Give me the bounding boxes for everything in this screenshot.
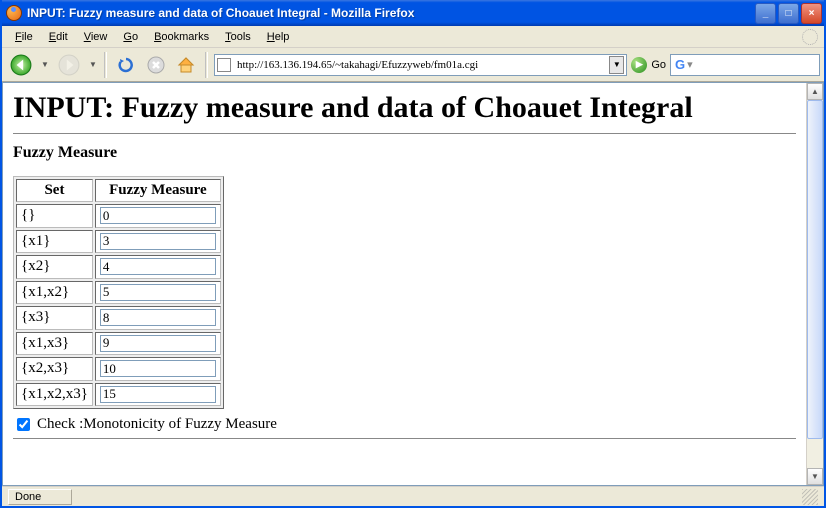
- fm-input[interactable]: [100, 258, 216, 275]
- fm-input[interactable]: [100, 207, 216, 224]
- scroll-up-button[interactable]: ▲: [807, 83, 823, 100]
- fm-input[interactable]: [100, 309, 216, 326]
- table-row: {x2}: [16, 255, 221, 279]
- fm-input[interactable]: [100, 360, 216, 377]
- back-button[interactable]: [6, 52, 36, 78]
- toolbar: ▼ ▼ ▼ ▶ Go G▾: [2, 48, 824, 82]
- menubar: File Edit View Go Bookmarks Tools Help: [2, 26, 824, 48]
- divider: [13, 133, 796, 134]
- back-dropdown[interactable]: ▼: [40, 60, 50, 69]
- menu-tools[interactable]: Tools: [218, 29, 258, 45]
- scroll-down-button[interactable]: ▼: [807, 468, 823, 485]
- menu-file[interactable]: File: [8, 29, 40, 45]
- menu-go[interactable]: Go: [116, 29, 145, 45]
- th-fm: Fuzzy Measure: [95, 179, 221, 202]
- section-heading: Fuzzy Measure: [13, 144, 796, 162]
- table-row: {}: [16, 204, 221, 228]
- fm-input[interactable]: [100, 335, 216, 352]
- table-row: {x1}: [16, 230, 221, 254]
- firefox-icon: [6, 5, 22, 21]
- throbber-icon: [802, 29, 818, 45]
- google-icon: G: [675, 57, 685, 72]
- table-row: {x1,x3}: [16, 332, 221, 356]
- menu-help[interactable]: Help: [260, 29, 297, 45]
- table-row: {x2,x3}: [16, 357, 221, 381]
- search-box[interactable]: G▾: [670, 54, 820, 76]
- table-row: {x1,x2,x3}: [16, 383, 221, 407]
- titlebar[interactable]: INPUT: Fuzzy measure and data of Choauet…: [2, 0, 824, 26]
- reload-button[interactable]: [113, 52, 139, 78]
- monotonicity-checkbox[interactable]: [17, 418, 30, 431]
- go-label: Go: [651, 59, 666, 71]
- page-heading: INPUT: Fuzzy measure and data of Choauet…: [13, 91, 796, 125]
- table-row: {x1,x2}: [16, 281, 221, 305]
- scroll-track[interactable]: [807, 100, 823, 468]
- menu-view[interactable]: View: [77, 29, 115, 45]
- fuzzy-measure-table: SetFuzzy Measure {} {x1} {x2} {x1,x2} {x…: [13, 176, 224, 409]
- home-button[interactable]: [173, 52, 199, 78]
- monotonicity-label: Check :Monotonicity of Fuzzy Measure: [37, 416, 277, 433]
- fm-input[interactable]: [100, 233, 216, 250]
- stop-button: [143, 52, 169, 78]
- forward-dropdown[interactable]: ▼: [88, 60, 98, 69]
- scroll-thumb[interactable]: [807, 100, 823, 439]
- minimize-button[interactable]: _: [755, 3, 776, 24]
- divider: [13, 438, 796, 439]
- status-text: Done: [8, 489, 72, 505]
- vertical-scrollbar[interactable]: ▲ ▼: [806, 83, 823, 485]
- menu-bookmarks[interactable]: Bookmarks: [147, 29, 216, 45]
- url-input[interactable]: [235, 58, 609, 72]
- th-set: Set: [16, 179, 93, 202]
- page-content: INPUT: Fuzzy measure and data of Choauet…: [3, 83, 806, 485]
- url-dropdown[interactable]: ▼: [609, 56, 624, 74]
- resize-grip[interactable]: [802, 489, 818, 505]
- go-icon[interactable]: ▶: [631, 57, 647, 73]
- fm-input[interactable]: [100, 386, 216, 403]
- page-icon: [217, 58, 231, 72]
- url-bar[interactable]: ▼: [214, 54, 627, 76]
- statusbar: Done: [2, 486, 824, 506]
- close-button[interactable]: ×: [801, 3, 822, 24]
- window-title: INPUT: Fuzzy measure and data of Choauet…: [27, 6, 755, 20]
- maximize-button[interactable]: □: [778, 3, 799, 24]
- fm-input[interactable]: [100, 284, 216, 301]
- table-row: {x3}: [16, 306, 221, 330]
- menu-edit[interactable]: Edit: [42, 29, 75, 45]
- forward-button: [54, 52, 84, 78]
